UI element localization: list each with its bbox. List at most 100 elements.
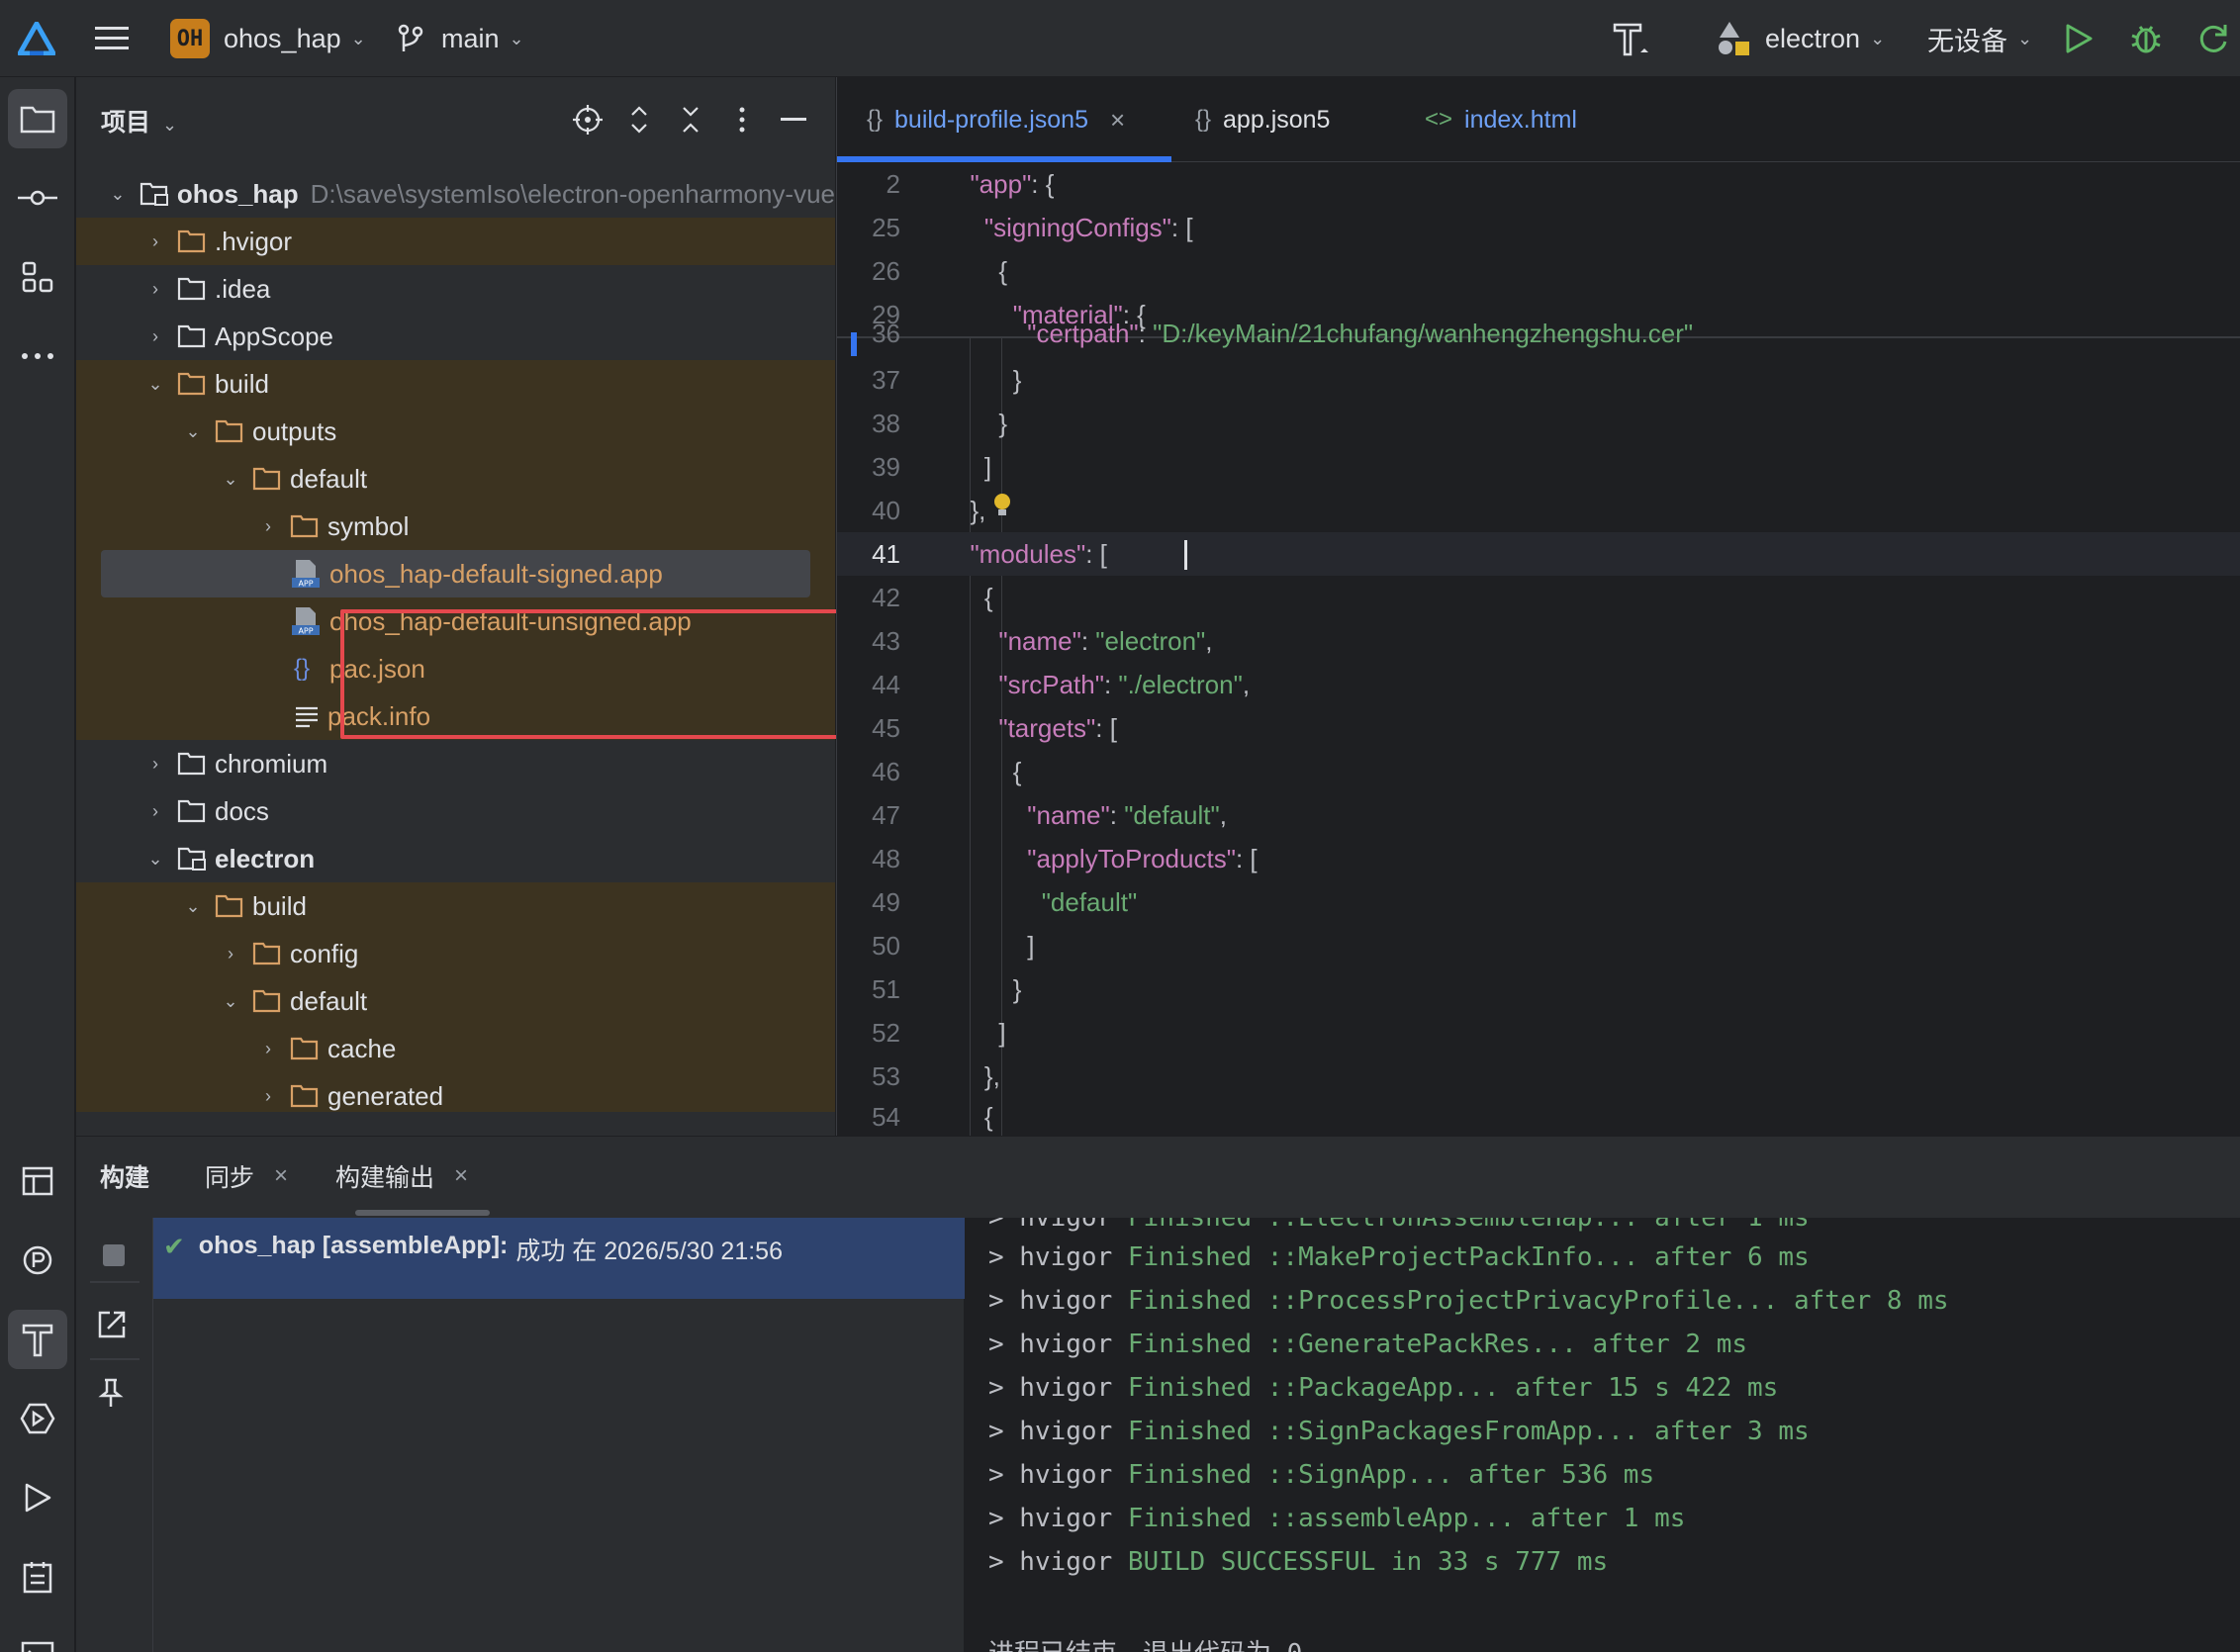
tree-item-ohos-hap[interactable]: ⌄ ohos_hap D:\save\systemIso\electron-op… bbox=[76, 170, 835, 218]
tree-item-electron[interactable]: ⌄ electron bbox=[76, 835, 835, 882]
debug-icon[interactable] bbox=[2129, 0, 2163, 77]
tree-item-electron-build[interactable]: ⌄ build bbox=[76, 882, 835, 930]
chevron-right-icon: › bbox=[228, 943, 233, 964]
tree-item-hvigor[interactable]: › .hvigor bbox=[76, 218, 835, 265]
json-file-icon: {} bbox=[294, 655, 311, 682]
tree-label: outputs bbox=[252, 415, 337, 446]
html-file-icon: <> bbox=[1425, 106, 1453, 133]
tree-item-electron-default[interactable]: ⌄ default bbox=[76, 977, 835, 1025]
profiler-icon[interactable] bbox=[8, 1231, 67, 1290]
tree-item-cache[interactable]: › cache bbox=[76, 1025, 835, 1072]
folder-icon bbox=[177, 751, 207, 777]
stop-icon[interactable] bbox=[102, 1243, 126, 1272]
hide-panel-icon[interactable] bbox=[775, 101, 812, 138]
run-config-selector[interactable]: electron ⌄ bbox=[1716, 0, 1885, 77]
tree-label: ohos_hap-default-signed.app bbox=[329, 558, 663, 589]
rerun-icon[interactable] bbox=[2196, 0, 2230, 77]
tab-app-json5[interactable]: {} app.json5 bbox=[1195, 77, 1330, 162]
chevron-down-icon: ⌄ bbox=[2017, 28, 2033, 48]
chevron-down-icon: ⌄ bbox=[162, 115, 178, 135]
tab-index-html[interactable]: <> index.html bbox=[1425, 77, 1577, 162]
collapse-all-icon[interactable] bbox=[672, 101, 709, 138]
expand-all-icon[interactable] bbox=[620, 101, 658, 138]
tree-item-appscope[interactable]: › AppScope bbox=[76, 313, 835, 360]
open-external-icon[interactable] bbox=[96, 1309, 128, 1345]
build-output-console[interactable]: > hvigor Finished ::ElectronAssembleHap.… bbox=[965, 1218, 2240, 1652]
services-icon[interactable] bbox=[8, 1389, 67, 1448]
options-icon[interactable] bbox=[723, 101, 761, 138]
device-selector[interactable]: 无设备 ⌄ bbox=[1927, 0, 2032, 77]
locate-icon[interactable] bbox=[569, 101, 607, 138]
tab-build-output[interactable]: 构建输出 × bbox=[335, 1158, 468, 1194]
build-hammer-icon[interactable] bbox=[1611, 0, 1650, 77]
chevron-down-icon: ⌄ bbox=[185, 895, 201, 916]
tab-build[interactable]: 构建 bbox=[100, 1158, 149, 1194]
close-icon[interactable]: × bbox=[454, 1162, 468, 1190]
terminal-icon[interactable] bbox=[8, 1626, 67, 1652]
branch-name: main bbox=[441, 23, 500, 53]
tree-item-chromium[interactable]: › chromium bbox=[76, 740, 835, 787]
output-line: > hvigor Finished ::PackageApp... after … bbox=[988, 1373, 1779, 1403]
close-icon[interactable]: × bbox=[1110, 105, 1125, 136]
code-line: 54 { bbox=[872, 1101, 993, 1132]
layout-icon[interactable] bbox=[8, 1151, 67, 1211]
log-icon[interactable] bbox=[8, 1547, 67, 1606]
tool-window-strip bbox=[0, 77, 75, 1652]
tree-item-docs[interactable]: › docs bbox=[76, 787, 835, 835]
tree-item-outputs[interactable]: ⌄ outputs bbox=[76, 408, 835, 455]
run-config-name: electron bbox=[1765, 23, 1861, 53]
tree-item-symbol[interactable]: › symbol bbox=[76, 503, 835, 550]
more-icon[interactable] bbox=[8, 326, 67, 386]
branch-selector[interactable]: main ⌄ bbox=[398, 0, 524, 77]
tree-item-default[interactable]: ⌄ default bbox=[76, 455, 835, 503]
build-entry[interactable]: ✔ ohos_hap [assembleApp]: 成功 在 2026/5/30… bbox=[153, 1218, 965, 1299]
main-menu-icon[interactable] bbox=[95, 0, 129, 77]
chevron-down-icon: ⌄ bbox=[185, 420, 201, 441]
chevron-right-icon: › bbox=[265, 515, 271, 536]
output-line: > hvigor BUILD SUCCESSFUL in 33 s 777 ms bbox=[988, 1547, 1609, 1577]
tree-label: build bbox=[252, 890, 307, 921]
build-actions bbox=[76, 1218, 153, 1652]
pin-icon[interactable] bbox=[98, 1378, 124, 1413]
tree-label: docs bbox=[215, 795, 269, 826]
project-view-selector[interactable]: 项目 ⌄ bbox=[101, 103, 177, 138]
structure-icon[interactable] bbox=[8, 247, 67, 307]
folder-icon bbox=[177, 229, 207, 254]
run-tool-icon[interactable] bbox=[8, 1468, 67, 1527]
svg-text:APP: APP bbox=[298, 627, 313, 636]
tab-sync[interactable]: 同步 × bbox=[205, 1158, 288, 1194]
intention-bulb-icon[interactable] bbox=[991, 493, 1013, 518]
folder-icon bbox=[252, 941, 282, 966]
chevron-down-icon: ⌄ bbox=[223, 468, 238, 489]
output-line: > hvigor Finished ::SignApp... after 536… bbox=[988, 1460, 1655, 1490]
output-line: > hvigor Finished ::assembleApp... after… bbox=[988, 1504, 1686, 1533]
chevron-down-icon: ⌄ bbox=[223, 990, 238, 1011]
tab-label: 同步 bbox=[205, 1164, 255, 1192]
tab-build-profile[interactable]: {} build-profile.json5 × bbox=[867, 77, 1125, 162]
commit-icon[interactable] bbox=[8, 168, 67, 228]
tree-item-config[interactable]: › config bbox=[76, 930, 835, 977]
project-selector[interactable]: OH ohos_hap ⌄ bbox=[170, 0, 366, 77]
tree-item-idea[interactable]: › .idea bbox=[76, 265, 835, 313]
device-name: 无设备 bbox=[1927, 26, 2007, 56]
project-badge: OH bbox=[170, 19, 210, 58]
folder-icon bbox=[252, 466, 282, 492]
code-line: 51 } bbox=[872, 973, 1022, 1004]
tree-item-build[interactable]: ⌄ build bbox=[76, 360, 835, 408]
close-icon[interactable]: × bbox=[274, 1162, 288, 1190]
run-icon[interactable] bbox=[2064, 0, 2094, 77]
folder-icon bbox=[177, 798, 207, 824]
title-bar: OH ohos_hap ⌄ main ⌄ electron ⌄ 无设备 ⌄ bbox=[0, 0, 2240, 77]
highlight-box bbox=[340, 609, 883, 739]
exit-code-line: 进程已结束，退出代码为 0 bbox=[988, 1631, 1302, 1652]
build-tool-window: 构建 同步 × 构建输出 × ✔ ohos_hap [assembleApp]:… bbox=[76, 1136, 2240, 1652]
tree-label: electron bbox=[215, 843, 316, 873]
build-tool-icon[interactable] bbox=[8, 1310, 67, 1369]
tree-item-generated[interactable]: › generated bbox=[76, 1072, 835, 1112]
app-logo-icon[interactable] bbox=[18, 0, 55, 77]
tree-item-signed-app[interactable]: APP ohos_hap-default-signed.app bbox=[76, 550, 835, 597]
svg-text:APP: APP bbox=[298, 580, 313, 589]
folder-icon bbox=[177, 323, 207, 349]
project-name: ohos_hap bbox=[224, 23, 341, 53]
project-folder-icon[interactable] bbox=[8, 89, 67, 148]
